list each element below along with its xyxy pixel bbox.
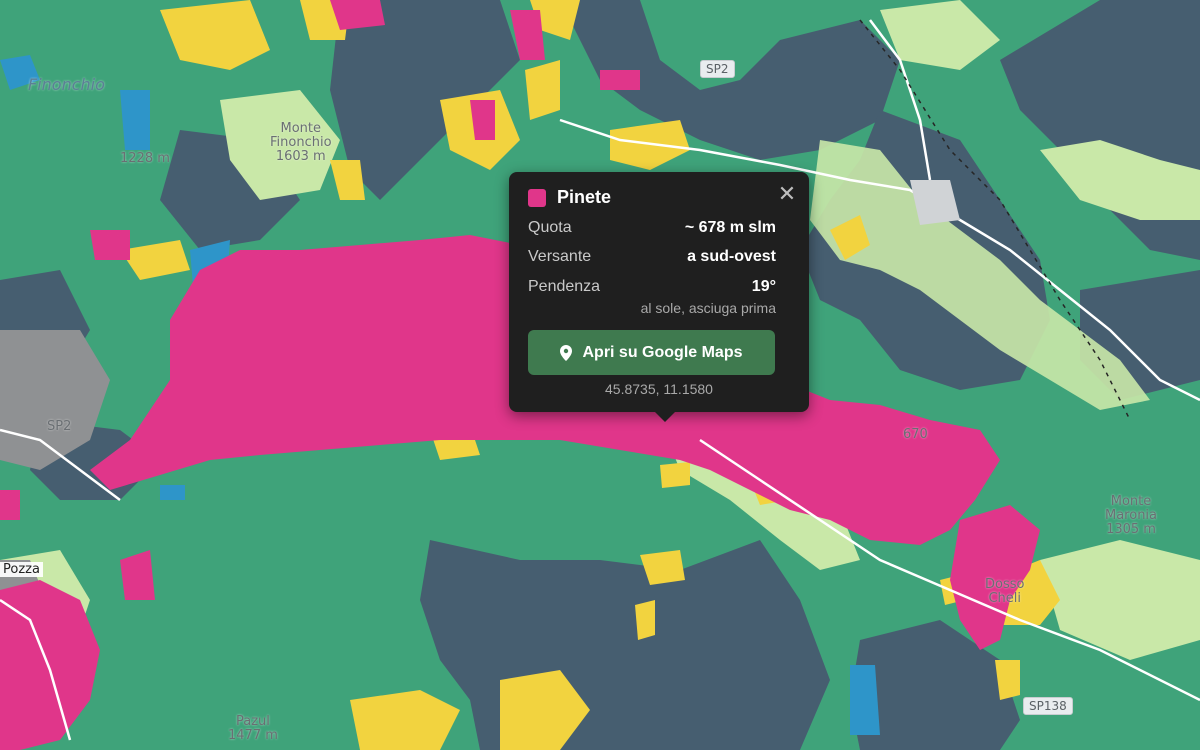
road-shield-sp138: SP138 [1023, 697, 1073, 715]
popup-header: Pinete [528, 187, 611, 208]
button-label: Apri su Google Maps [582, 343, 743, 361]
row-label: Versante [528, 248, 592, 265]
town-label-pozza: Pozza [0, 562, 43, 577]
coordinates-text: 45.8735, 11.1580 [605, 381, 713, 397]
row-value: 19° [751, 278, 776, 295]
popup-title: Pinete [557, 187, 612, 207]
info-row-pendenza: Pendenza 19° [528, 278, 776, 296]
row-label: Pendenza [528, 278, 601, 295]
close-icon[interactable]: ✕ [777, 183, 797, 205]
category-swatch [528, 188, 546, 207]
row-label: Quota [528, 219, 572, 236]
info-row-versante: Versante a sud-ovest [528, 248, 776, 266]
info-row-quota: Quota ~ 678 m slm [528, 219, 776, 237]
info-popup: Pinete ✕ Quota ~ 678 m slm Versante a su… [509, 172, 809, 422]
road-shield-sp2: SP2 [700, 60, 735, 78]
pendenza-note: al sole, asciuga prima [640, 300, 776, 316]
map-pin-icon [560, 344, 573, 361]
open-google-maps-button[interactable]: Apri su Google Maps [528, 330, 775, 375]
row-value: ~ 678 m slm [684, 219, 776, 236]
row-value: a sud-ovest [687, 248, 776, 265]
